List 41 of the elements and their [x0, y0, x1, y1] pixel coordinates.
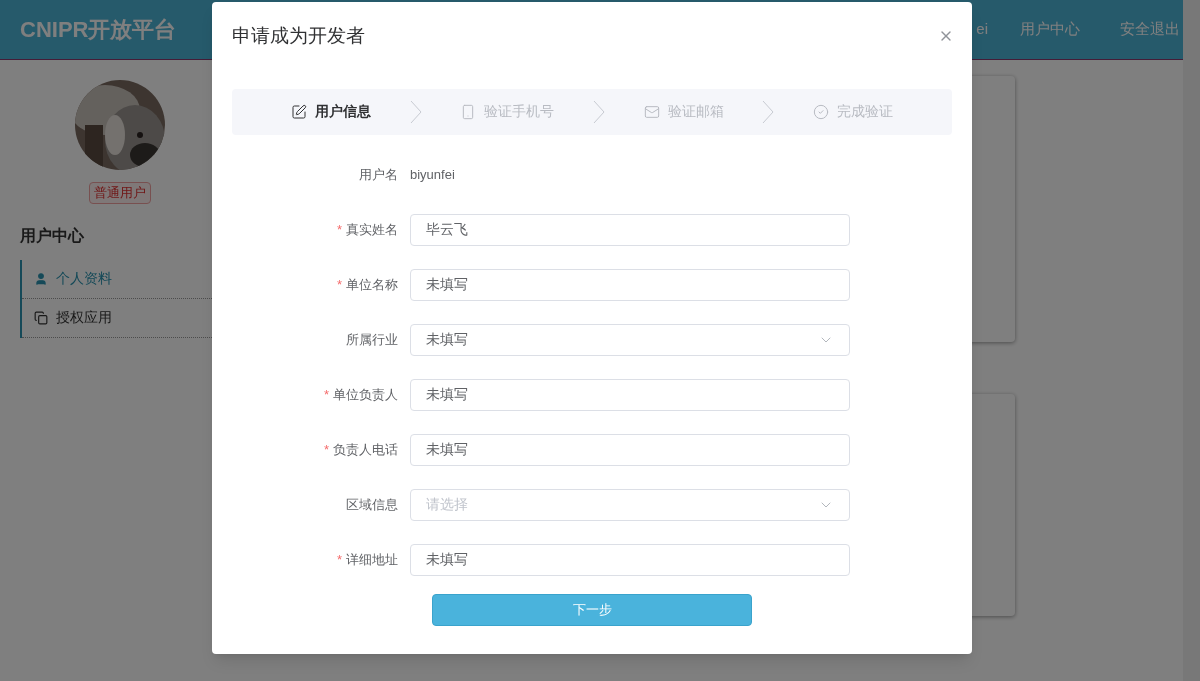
- input-field[interactable]: 毕云飞: [410, 213, 850, 246]
- step-tab[interactable]: 完成验证: [812, 101, 893, 122]
- field-label: 真实姓名: [346, 221, 398, 237]
- step-tab[interactable]: 用户信息: [291, 101, 372, 122]
- chevron-icon: [409, 99, 422, 124]
- field-label: 负责人电话: [333, 441, 398, 457]
- user-icon: [34, 271, 48, 286]
- required-asterisk: *: [323, 386, 329, 402]
- sidebar-title: 用户中心: [20, 225, 85, 246]
- step-tab[interactable]: 验证手机号: [460, 101, 555, 122]
- field-label: 用户名: [359, 166, 398, 182]
- input-field[interactable]: 未填写: [410, 543, 850, 576]
- next-button[interactable]: 下一步: [432, 593, 752, 626]
- nav-link[interactable]: ei: [976, 18, 988, 41]
- field-value: biyunfei: [410, 165, 455, 184]
- field-label: 详细地址: [346, 551, 398, 567]
- input-field[interactable]: 未填写: [410, 433, 850, 466]
- select-field[interactable]: 请选择: [410, 488, 850, 521]
- mail-icon: [643, 103, 660, 120]
- input-field[interactable]: 未填写: [410, 378, 850, 411]
- logo[interactable]: CNIPR开放平台: [20, 13, 177, 46]
- field-label: 区域信息: [346, 496, 398, 512]
- nav-link[interactable]: 安全退出: [1120, 18, 1180, 41]
- edit-icon: [291, 103, 308, 120]
- windows-icon: [34, 310, 48, 325]
- required-asterisk: *: [336, 221, 342, 237]
- select-field[interactable]: 未填写: [410, 323, 850, 356]
- dialog-title: 申请成为开发者: [232, 24, 365, 48]
- field-label: 单位负责人: [333, 386, 398, 402]
- step-tab[interactable]: 验证邮箱: [643, 101, 724, 122]
- user-badge: 普通用户: [89, 182, 151, 204]
- required-asterisk: *: [336, 276, 342, 292]
- field-label: 单位名称: [346, 276, 398, 292]
- nav-link[interactable]: 用户中心: [1020, 18, 1080, 41]
- check-circle-icon: [812, 103, 829, 120]
- chevron-icon: [762, 99, 775, 124]
- field-label: 所属行业: [346, 331, 398, 347]
- required-asterisk: *: [336, 551, 342, 567]
- chevron-icon: [592, 99, 605, 124]
- required-asterisk: *: [323, 441, 329, 457]
- input-field[interactable]: 未填写: [410, 268, 850, 301]
